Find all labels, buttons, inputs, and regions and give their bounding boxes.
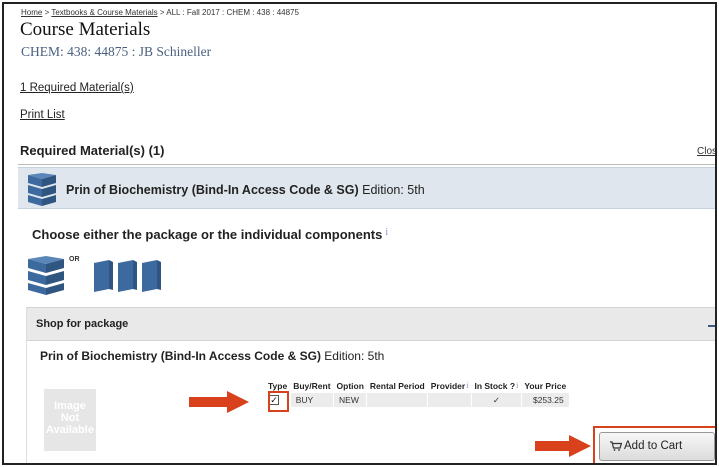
image-not-available: Image Not Available [44, 389, 96, 451]
book-stack-icon [28, 173, 56, 206]
price-cell: $253.25 [521, 393, 570, 407]
image-na-line: Available [46, 424, 94, 436]
image-na-line: Image [54, 400, 86, 412]
page-frame: Home > Textbooks & Course Materials > AL… [2, 2, 717, 465]
breadcrumb-home-link[interactable]: Home [21, 8, 42, 17]
rental-period-cell [366, 393, 429, 407]
close-link[interactable]: Clos [697, 146, 715, 157]
book-title: Prin of Biochemistry (Bind-In Access Cod… [66, 183, 359, 197]
package-title: Prin of Biochemistry (Bind-In Access Cod… [40, 349, 321, 363]
collapse-icon[interactable] [708, 325, 715, 327]
info-icon[interactable]: i [466, 381, 468, 390]
package-books-icon[interactable] [26, 254, 66, 296]
collapse-icon[interactable] [715, 187, 717, 189]
checkbox-highlight [268, 391, 289, 412]
option-cell: NEW [333, 393, 368, 407]
component-book-icon[interactable] [116, 259, 138, 293]
choose-instructions: Choose either the package or the individ… [32, 227, 388, 242]
add-to-cart-button[interactable]: Add to Cart [599, 432, 715, 461]
page-title: Course Materials [20, 19, 151, 40]
book-header-bar[interactable]: Prin of Biochemistry (Bind-In Access Cod… [18, 167, 717, 209]
col-provider-label: Provider [430, 381, 466, 391]
component-book-icon[interactable] [92, 259, 114, 293]
breadcrumb: Home > Textbooks & Course Materials > AL… [21, 8, 299, 17]
arrow-right-icon [189, 391, 249, 413]
shop-package-label: Shop for package [36, 318, 129, 330]
col-in-stock: In Stock ?i [471, 379, 521, 393]
table-header-row: Type Buy/Rent Option Rental Period Provi… [265, 379, 569, 393]
arrow-right-icon [535, 435, 591, 457]
breadcrumb-separator: > [42, 8, 52, 17]
options-table: Type Buy/Rent Option Rental Period Provi… [265, 379, 570, 407]
or-label: OR [69, 256, 80, 263]
required-materials-heading: Required Material(s) (1) [20, 143, 165, 158]
info-icon[interactable]: i [385, 227, 388, 238]
breadcrumb-rest: > ALL : Fall 2017 : CHEM : 438 : 44875 [157, 8, 299, 17]
breadcrumb-textbooks-link[interactable]: Textbooks & Course Materials [51, 8, 157, 17]
info-icon[interactable]: i [516, 381, 518, 390]
col-in-stock-label: In Stock ? [474, 381, 516, 391]
required-materials-link[interactable]: 1 Required Material(s) [20, 82, 134, 94]
image-na-line: Not [60, 412, 80, 424]
component-book-icon[interactable] [140, 259, 162, 293]
col-rental-period: Rental Period [369, 381, 425, 391]
course-subtitle: CHEM: 438: 44875 : JB Schineller [21, 44, 212, 59]
print-list-link[interactable]: Print List [20, 109, 65, 121]
package-panel: Shop for package Prin of Biochemistry (B… [26, 307, 715, 463]
cart-icon [610, 441, 622, 451]
divider [18, 164, 715, 165]
choose-text: Choose either the package or the individ… [32, 227, 383, 242]
book-title-row: Prin of Biochemistry (Bind-In Access Cod… [66, 183, 425, 197]
package-title-row: Prin of Biochemistry (Bind-In Access Cod… [40, 349, 384, 363]
col-provider: Provideri [428, 379, 472, 393]
add-to-cart-label: Add to Cart [624, 440, 683, 452]
package-edition: Edition: 5th [324, 349, 385, 363]
buy-rent-cell: BUY [290, 393, 335, 407]
table-row: ✓ BUY NEW ✓ $253.25 [265, 393, 570, 407]
in-stock-cell: ✓ [471, 393, 522, 407]
col-option: Option [336, 381, 364, 391]
provider-cell [427, 393, 472, 407]
col-buy-rent: Buy/Rent [293, 381, 331, 391]
book-edition: Edition: 5th [362, 183, 425, 197]
col-your-price: Your Price [524, 381, 567, 391]
shop-package-bar[interactable]: Shop for package [27, 307, 715, 341]
